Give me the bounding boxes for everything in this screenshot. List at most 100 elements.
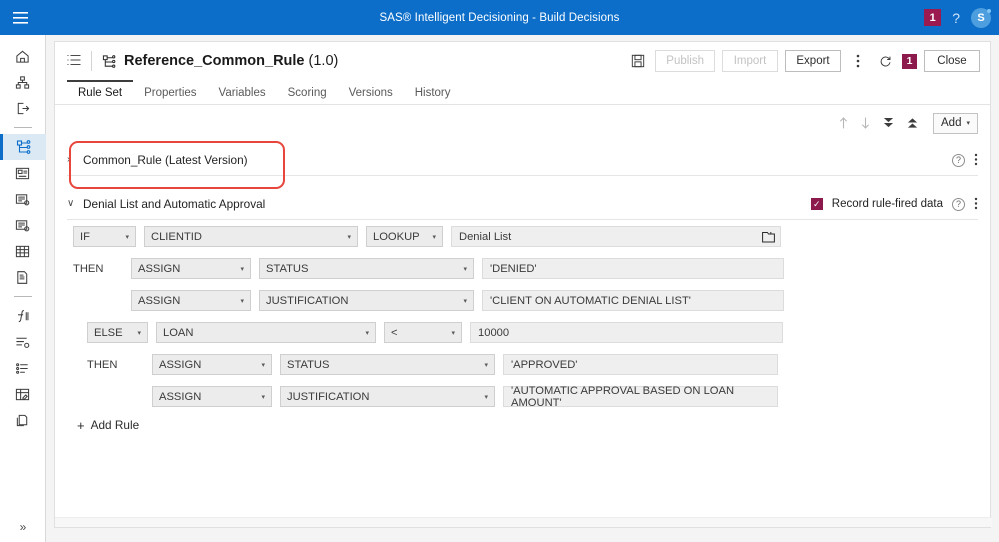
chevron-right-icon[interactable]: ›	[67, 154, 76, 165]
sidebar-item-list[interactable]	[0, 355, 46, 381]
help-icon[interactable]: ?	[952, 154, 965, 167]
kebab-menu-icon[interactable]	[974, 153, 978, 168]
else-operator-select[interactable]: <▾	[384, 322, 462, 343]
rail-expand-toggle[interactable]: »	[0, 520, 46, 534]
action-variable-select[interactable]: STATUS ▾	[259, 258, 474, 279]
chevron-down-icon[interactable]: ∨	[67, 198, 76, 209]
record-rule-fired-checkbox[interactable]: ✓	[811, 198, 823, 210]
select-value: CLIENTID	[151, 231, 202, 243]
else-value-field[interactable]: 10000	[470, 322, 783, 343]
else-keyword-select[interactable]: ELSE▾	[87, 322, 148, 343]
rule-header-denial-list[interactable]: ∨ Denial List and Automatic Approval ✓ R…	[67, 188, 978, 220]
publish-button[interactable]: Publish	[655, 50, 715, 72]
ruleset-card: Reference_Common_Rule (1.0) Publish Impo…	[54, 41, 991, 528]
select-value: STATUS	[287, 359, 329, 371]
sidebar-item-decisions[interactable]	[0, 134, 46, 160]
tab-variables[interactable]: Variables	[208, 80, 277, 104]
chevron-down-icon: ▾	[365, 329, 369, 337]
sidebar-item-lookup[interactable]	[0, 212, 46, 238]
condition-variable-select[interactable]: CLIENTID▾	[144, 226, 358, 247]
refresh-icon[interactable]	[875, 51, 895, 71]
else-variable-select[interactable]: LOAN▾	[156, 322, 376, 343]
sidebar-item-flow[interactable]	[0, 329, 46, 355]
arrow-up-icon[interactable]	[839, 117, 848, 129]
tab-bar: Rule Set Properties Variables Scoring Ve…	[55, 80, 990, 105]
rule-header-common-rule[interactable]: › Common_Rule (Latest Version) ?	[67, 144, 978, 176]
condition-operator-select[interactable]: LOOKUP▾	[366, 226, 443, 247]
else-action-type-select[interactable]: ASSIGN▾	[152, 386, 272, 407]
chevron-down-icon: ▾	[240, 265, 244, 273]
chevron-down-icon: ▾	[463, 265, 467, 273]
help-icon[interactable]: ?	[952, 198, 965, 211]
app-title: SAS® Intelligent Decisioning - Build Dec…	[0, 12, 999, 24]
sidebar-item-signout[interactable]	[0, 95, 46, 121]
ruleset-toolbar: Add ▾	[55, 108, 990, 138]
notification-badge[interactable]: 1	[924, 9, 941, 26]
action-value-field[interactable]: 'DENIED'	[482, 258, 784, 279]
arrow-down-icon[interactable]	[861, 117, 870, 129]
card-header: Reference_Common_Rule (1.0) Publish Impo…	[55, 42, 990, 80]
action-type-select[interactable]: ASSIGN▾	[131, 290, 251, 311]
application-window: SAS® Intelligent Decisioning - Build Dec…	[0, 0, 999, 542]
else-action-variable-select[interactable]: JUSTIFICATION▾	[280, 386, 495, 407]
field-value: 'AUTOMATIC APPROVAL BASED ON LOAN AMOUNT…	[511, 385, 770, 409]
select-value: <	[391, 327, 398, 339]
sidebar-item-table-edit[interactable]	[0, 381, 46, 407]
rule-header-actions: ✓ Record rule-fired data ?	[811, 188, 978, 220]
sidebar-item-ruleset[interactable]	[0, 186, 46, 212]
condition-value-field[interactable]: Denial List	[451, 226, 781, 247]
add-button[interactable]: Add ▾	[933, 113, 978, 134]
expand-all-icon[interactable]	[907, 117, 918, 129]
tab-history[interactable]: History	[404, 80, 462, 104]
tab-scoring[interactable]: Scoring	[277, 80, 338, 104]
sidebar-item-copy[interactable]	[0, 407, 46, 433]
import-button[interactable]: Import	[722, 50, 778, 72]
chevron-down-icon: ▾	[484, 393, 488, 401]
action-variable-select[interactable]: JUSTIFICATION▾	[259, 290, 474, 311]
select-value: STATUS	[266, 263, 308, 275]
main-panel: Reference_Common_Rule (1.0) Publish Impo…	[46, 35, 999, 542]
add-rule-link[interactable]: + Add Rule	[77, 418, 990, 432]
else-action-type-select[interactable]: ASSIGN▾	[152, 354, 272, 375]
else-action-value-field[interactable]: 'AUTOMATIC APPROVAL BASED ON LOAN AMOUNT…	[503, 386, 778, 407]
folder-icon[interactable]	[762, 231, 775, 243]
rail-divider	[14, 127, 32, 128]
action-value-field[interactable]: 'CLIENT ON AUTOMATIC DENIAL LIST'	[482, 290, 784, 311]
sidebar-item-org[interactable]	[0, 69, 46, 95]
record-rule-fired-label: Record rule-fired data	[832, 198, 943, 210]
rule-keyword-label	[73, 290, 131, 311]
rule-keyword-label	[87, 386, 152, 407]
list-view-icon[interactable]	[67, 53, 81, 69]
avatar[interactable]: S	[971, 8, 991, 28]
sidebar-item-function[interactable]	[0, 303, 46, 329]
field-value: 'DENIED'	[490, 263, 537, 275]
sidebar-item-grid[interactable]	[0, 238, 46, 264]
save-icon[interactable]	[628, 51, 648, 71]
sidebar-item-home[interactable]	[0, 43, 46, 69]
top-app-bar: SAS® Intelligent Decisioning - Build Dec…	[0, 0, 999, 35]
export-button[interactable]: Export	[785, 50, 841, 72]
kebab-menu-icon[interactable]	[848, 51, 868, 71]
help-icon[interactable]: ?	[952, 10, 960, 26]
sidebar-item-treatments[interactable]	[0, 160, 46, 186]
tab-rule-set[interactable]: Rule Set	[67, 80, 133, 104]
select-value: IF	[80, 231, 90, 243]
else-action-variable-select[interactable]: STATUS▾	[280, 354, 495, 375]
kebab-menu-icon[interactable]	[974, 197, 978, 212]
action-type-select[interactable]: ASSIGN▾	[131, 258, 251, 279]
else-action-value-field[interactable]: 'APPROVED'	[503, 354, 778, 375]
sidebar-item-document[interactable]	[0, 264, 46, 290]
tab-properties[interactable]: Properties	[133, 80, 207, 104]
status-badge[interactable]: 1	[902, 54, 917, 69]
field-value: Denial List	[459, 231, 511, 243]
avatar-initial: S	[977, 12, 984, 24]
tab-versions[interactable]: Versions	[338, 80, 404, 104]
rule-label: Common_Rule (Latest Version)	[83, 153, 248, 167]
chevron-down-icon: ▾	[137, 329, 141, 337]
chevron-down-icon: ▾	[463, 297, 467, 305]
select-value: ASSIGN	[159, 359, 201, 371]
close-button[interactable]: Close	[924, 50, 980, 72]
rule-expression-rows: IF▾CLIENTID▾LOOKUP▾Denial ListTHENASSIGN…	[55, 220, 990, 407]
condition-keyword-select[interactable]: IF▾	[73, 226, 136, 247]
collapse-all-icon[interactable]	[883, 117, 894, 129]
